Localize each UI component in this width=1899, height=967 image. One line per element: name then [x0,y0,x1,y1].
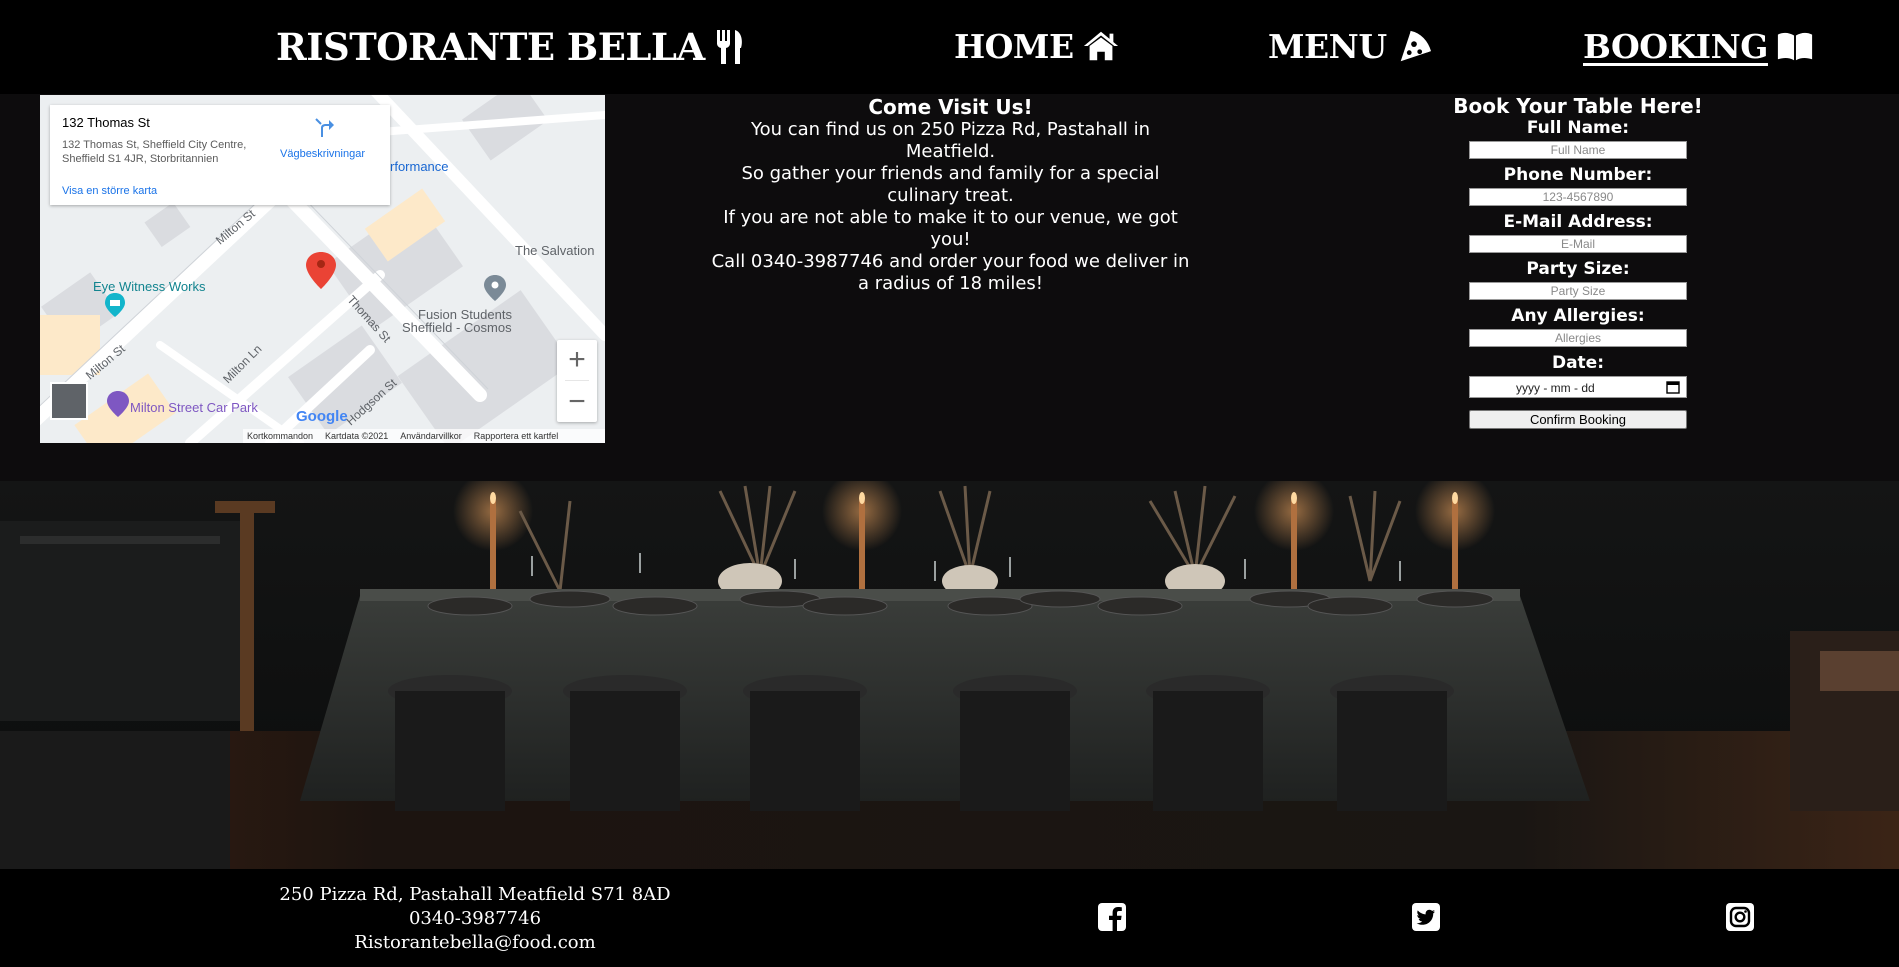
open-book-icon [1777,32,1813,61]
visit-title: Come Visit Us! [868,95,1033,119]
larger-map-link[interactable]: Visa en större karta [62,185,157,197]
pizza-slice-icon [1400,30,1431,62]
allergies-label: Any Allergies: [1511,306,1645,326]
map-label-eye-witness: Eye Witness Works [93,279,206,294]
house-icon [1083,31,1118,61]
confirm-booking-button[interactable]: Confirm Booking [1469,410,1687,429]
zoom-divider [565,380,589,381]
map-place-name: 132 Thomas St [62,115,150,130]
full-name-label: Full Name: [1526,118,1630,138]
map-terms-link[interactable]: Användarvillkor [400,431,462,441]
embedded-map[interactable]: rformance Milton St Milton St Milton Ln … [40,95,605,443]
zoom-out-button[interactable]: − [557,382,597,422]
nav-menu-label: MENU [1268,26,1387,66]
booking-form: Book Your Table Here! Full Name: Phone N… [1418,95,1738,429]
full-name-input[interactable] [1469,141,1687,159]
nav-booking-label: BOOKING [1583,26,1768,66]
top-navigation: RISTORANTE BELLA HOME MENU BOOKING [0,0,1899,94]
map-shortcuts-link[interactable]: Kortkommandon [247,431,313,441]
google-logo-text: Google [296,408,348,425]
calendar-icon[interactable] [1666,380,1680,394]
utensils-icon [716,30,742,64]
nav-home-label: HOME [954,26,1074,66]
restaurant-photo [0,481,1899,869]
footer-phone[interactable]: 0340-3987746 [240,907,710,931]
map-label-performance: rformance [390,159,449,174]
map-label-salvation: The Salvation [515,243,595,258]
directions-link[interactable]: Vägbeskrivningar [280,148,365,160]
phone-label: Phone Number: [1503,165,1653,185]
visit-line-1: You can find us on 250 Pizza Rd, Pastaha… [750,119,1151,162]
twitter-icon[interactable] [1411,902,1441,932]
footer-email[interactable]: Ristorantebella@food.com [240,931,710,955]
facebook-icon[interactable] [1097,902,1127,932]
booking-title: Book Your Table Here! [1453,94,1703,118]
date-label: Date: [1551,353,1605,373]
visit-section: Come Visit Us! You can find us on 250 Pi… [708,95,1193,295]
map-place-card: 132 Thomas St 132 Thomas St, Sheffield C… [50,105,390,205]
footer-address: 250 Pizza Rd, Pastahall Meatfield S71 8A… [279,884,671,905]
party-size-label: Party Size: [1526,259,1630,279]
date-placeholder: yyyy - mm - dd [1516,381,1595,395]
visit-line-4: Call 0340-3987746 and order your food we… [711,251,1190,294]
visit-line-2: So gather your friends and family for a … [741,163,1160,206]
nav-booking-link[interactable]: BOOKING [1583,22,1814,70]
street-view-pegman-icon[interactable] [50,382,88,420]
map-report-link[interactable]: Rapportera ett kartfel [474,431,559,441]
zoom-in-button[interactable]: + [557,340,597,380]
map-label-car-park: Milton Street Car Park [130,400,258,415]
directions-icon[interactable] [313,116,335,138]
google-logo: Google [296,408,348,425]
map-label-fusion-2: Sheffield - Cosmos [402,320,512,335]
nav-home-link[interactable]: HOME [954,22,1120,70]
date-input[interactable]: yyyy - mm - dd [1469,376,1687,398]
brand-logo[interactable]: RISTORANTE BELLA [276,22,745,72]
email-label: E-Mail Address: [1503,212,1653,232]
page-footer: 250 Pizza Rd, Pastahall Meatfield S71 8A… [0,869,1899,967]
instagram-icon[interactable] [1725,902,1755,932]
contact-info: 250 Pizza Rd, Pastahall Meatfield S71 8A… [240,883,710,955]
map-footer: Kortkommandon Kartdata ©2021 Användarvil… [243,429,605,443]
visit-line-3: If you are not able to make it to our ve… [723,207,1178,250]
party-size-input[interactable] [1469,282,1687,300]
brand-name: RISTORANTE BELLA [276,25,705,69]
map-zoom-controls: + − [557,340,597,422]
dining-table-image [0,481,1899,869]
map-data-text: Kartdata ©2021 [325,431,389,441]
map-place-address: 132 Thomas St, Sheffield City Centre, Sh… [62,139,247,165]
email-input[interactable] [1469,235,1687,253]
phone-input[interactable] [1469,188,1687,206]
nav-menu-link[interactable]: MENU [1268,22,1433,70]
allergies-input[interactable] [1469,329,1687,347]
